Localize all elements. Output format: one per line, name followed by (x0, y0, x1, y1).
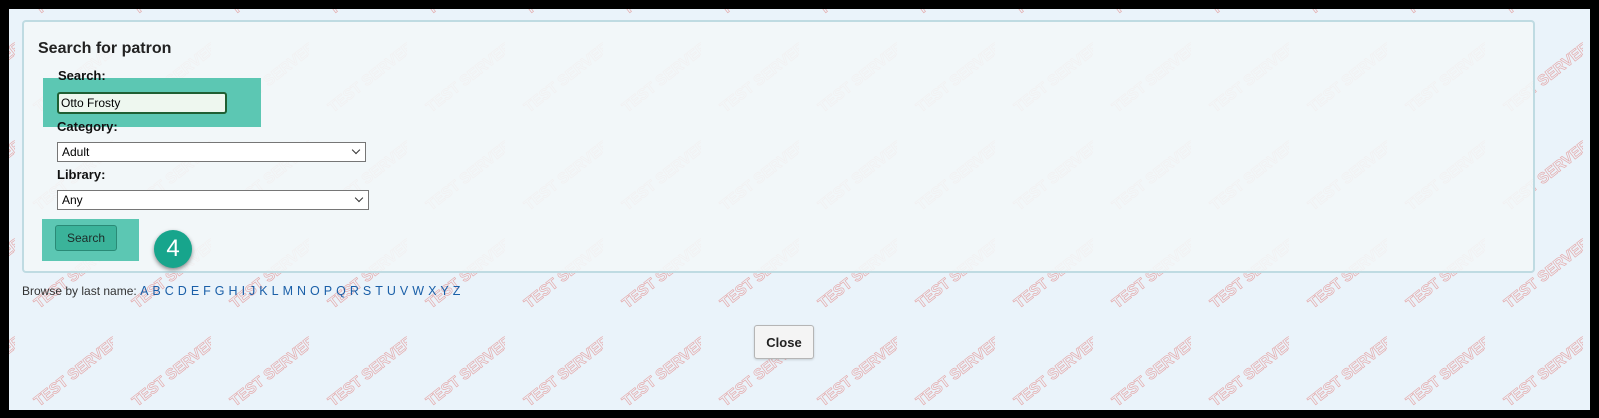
step-number-badge: 4 (154, 230, 192, 268)
letter-link-u[interactable]: U (387, 284, 396, 298)
letter-link-p[interactable]: P (324, 284, 332, 298)
letter-link-i[interactable]: I (242, 284, 245, 298)
search-button[interactable]: Search (55, 225, 117, 251)
letter-link-j[interactable]: J (249, 284, 255, 298)
letter-link-n[interactable]: N (297, 284, 306, 298)
search-input[interactable] (57, 92, 227, 114)
panel-title: Search for patron (38, 40, 172, 57)
letter-link-c[interactable]: C (165, 284, 174, 298)
letter-link-l[interactable]: L (272, 284, 279, 298)
letter-link-k[interactable]: K (259, 284, 267, 298)
chevron-down-icon (351, 145, 361, 155)
letter-link-z[interactable]: Z (453, 284, 461, 298)
library-selected-value: Any (62, 193, 83, 207)
letter-link-x[interactable]: X (428, 284, 436, 298)
category-label: Category: (57, 119, 118, 134)
letter-link-b[interactable]: B (152, 284, 160, 298)
library-select[interactable]: Any (57, 190, 369, 210)
letter-link-g[interactable]: G (215, 284, 225, 298)
chevron-down-icon (354, 193, 364, 203)
letter-link-w[interactable]: W (412, 284, 424, 298)
letter-link-y[interactable]: Y (440, 284, 448, 298)
letter-link-q[interactable]: Q (336, 284, 346, 298)
letter-link-o[interactable]: O (310, 284, 320, 298)
popup-window: Search for patron Search: Category: Adul… (9, 9, 1590, 410)
category-selected-value: Adult (62, 145, 90, 159)
letter-link-a[interactable]: A (140, 284, 148, 298)
alphabet-links: ABCDEFGHIJKLMNOPQRSTUVWXYZ (140, 284, 464, 298)
letter-link-d[interactable]: D (178, 284, 187, 298)
browse-label: Browse by last name: (22, 284, 137, 298)
library-label: Library: (57, 167, 106, 182)
letter-link-f[interactable]: F (203, 284, 211, 298)
letter-link-h[interactable]: H (229, 284, 238, 298)
letter-link-e[interactable]: E (191, 284, 199, 298)
letter-link-v[interactable]: V (400, 284, 408, 298)
browse-by-last-name: Browse by last name: ABCDEFGHIJKLMNOPQRS… (22, 284, 464, 298)
search-patron-panel: Search for patron Search: Category: Adul… (22, 20, 1535, 273)
close-button[interactable]: Close (754, 325, 814, 359)
letter-link-m[interactable]: M (283, 284, 293, 298)
letter-link-r[interactable]: R (350, 284, 359, 298)
category-select[interactable]: Adult (57, 142, 366, 162)
letter-link-s[interactable]: S (363, 284, 371, 298)
search-label: Search: (58, 68, 106, 83)
letter-link-t[interactable]: T (375, 284, 383, 298)
